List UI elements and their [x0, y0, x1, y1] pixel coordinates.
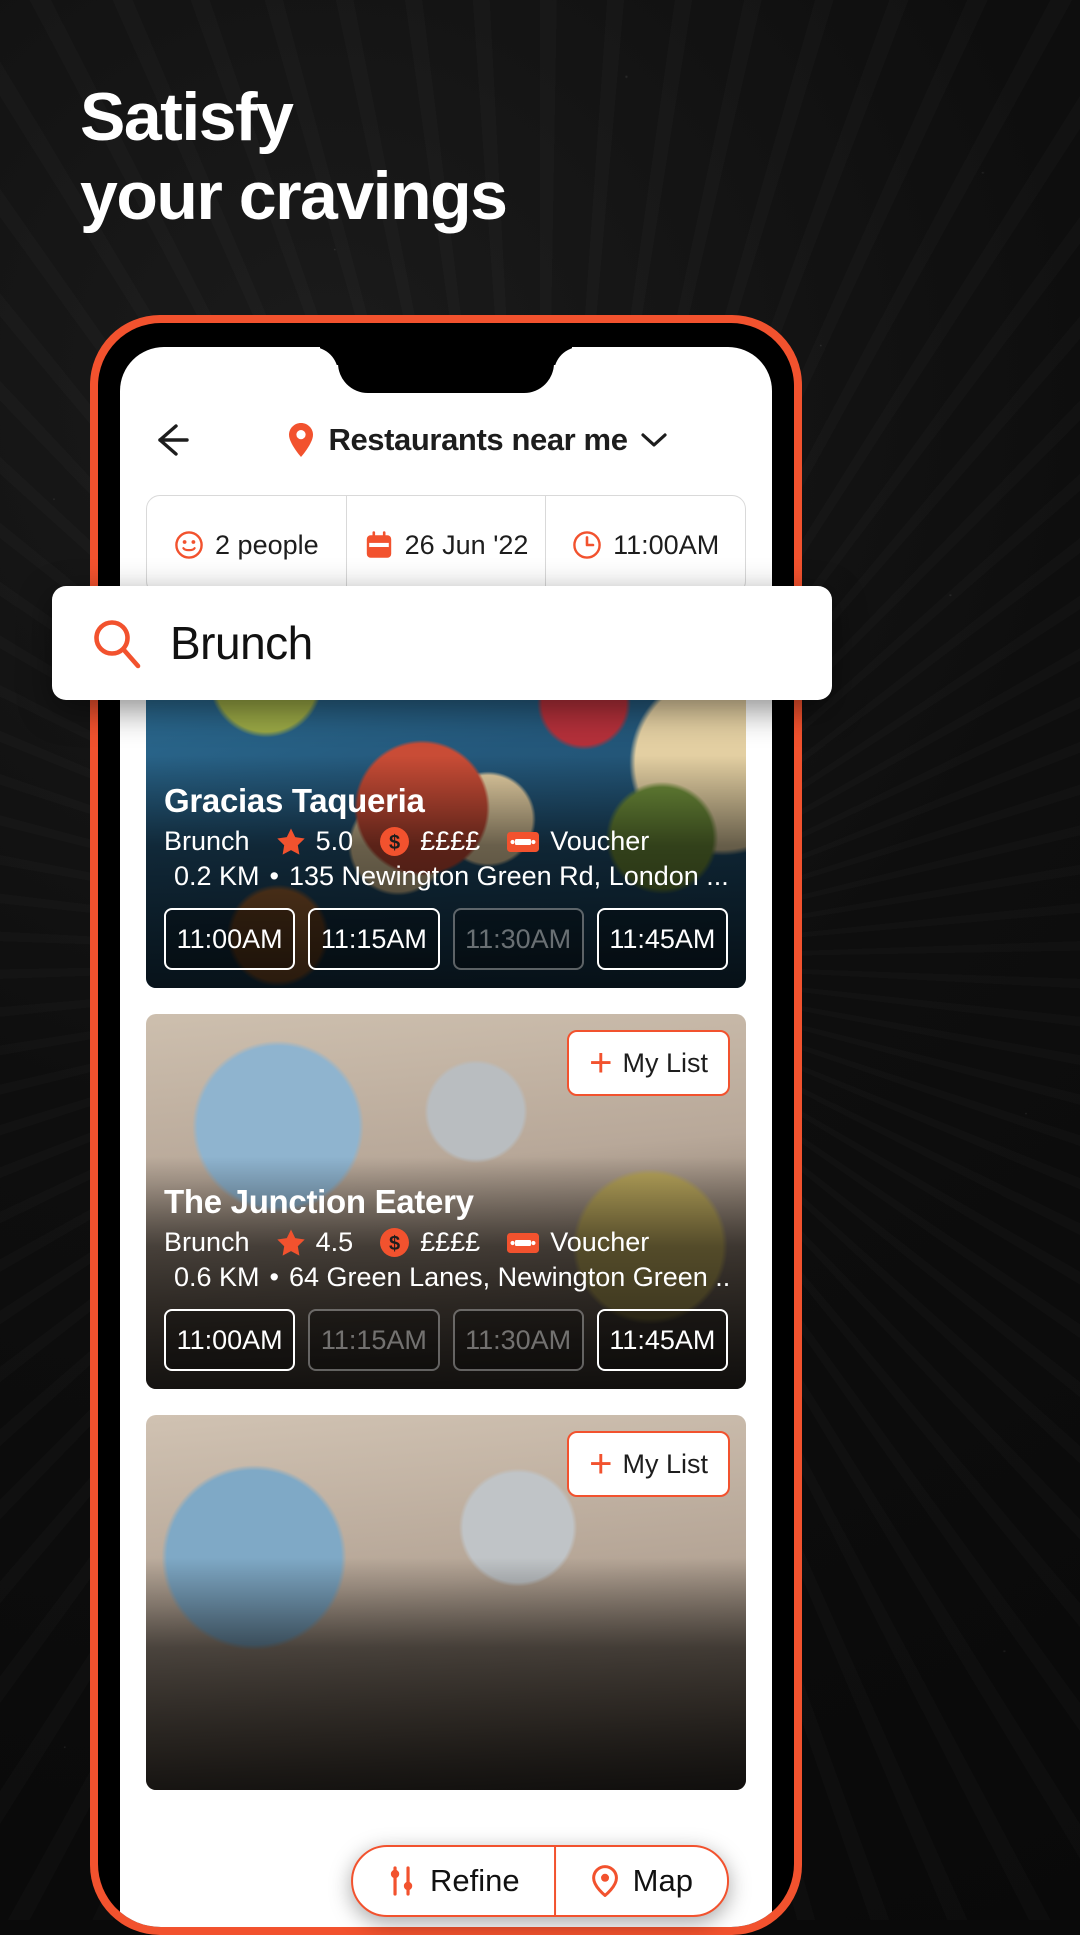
filter-date-label: 26 Jun '22	[404, 529, 529, 560]
voucher-ticket-icon	[506, 1231, 540, 1255]
filter-chip-date[interactable]: 26 Jun '22	[347, 496, 547, 594]
refine-sliders-icon	[387, 1865, 417, 1897]
restaurant-list: + My List Gracias Taqueria Brunch 5.0	[120, 613, 772, 1790]
map-pin-icon	[590, 1865, 620, 1898]
calendar-icon	[364, 530, 394, 560]
restaurant-distance: 0.6 KM	[174, 1262, 260, 1292]
filter-bar: 2 people 26 Jun '22 11:00AM	[146, 495, 746, 595]
refine-button[interactable]: Refine	[353, 1847, 554, 1915]
time-slot[interactable]: 11:00AM	[164, 908, 296, 970]
time-slot-group: 11:00AM 11:15AM 11:30AM 11:45AM	[164, 1309, 728, 1371]
refine-label: Refine	[430, 1863, 520, 1898]
restaurant-voucher: Voucher	[550, 1227, 650, 1257]
restaurant-rating: 5.0	[315, 826, 354, 856]
phone-mockup: Restaurants near me 2 people 26 Jun '22 …	[90, 315, 802, 1935]
dollar-icon: $	[379, 1227, 410, 1258]
time-slot-group: 11:00AM 11:15AM 11:30AM 11:45AM	[164, 908, 728, 970]
star-icon	[276, 1228, 306, 1257]
star-icon	[276, 827, 306, 856]
chevron-down-icon[interactable]	[640, 431, 668, 449]
search-input[interactable]: Brunch	[170, 616, 313, 670]
voucher-ticket-icon	[506, 830, 540, 854]
add-to-my-list-button[interactable]: + My List	[567, 1431, 730, 1497]
restaurant-price: ££££	[420, 1227, 481, 1257]
svg-text:$: $	[389, 1233, 400, 1255]
restaurant-address: 135 Newington Green Rd, London ...	[289, 861, 728, 891]
search-bar[interactable]: Brunch	[52, 586, 832, 700]
phone-bezel: Restaurants near me 2 people 26 Jun '22 …	[98, 323, 794, 1927]
restaurant-category: Brunch	[164, 1227, 250, 1257]
filter-people-label: 2 people	[215, 529, 319, 560]
restaurant-card[interactable]: + My List	[146, 1415, 746, 1790]
restaurant-card-body: Gracias Taqueria Brunch 5.0 $ ££££ Vouch…	[146, 782, 746, 988]
restaurant-location: 0.2 KM • 135 Newington Green Rd, London …	[164, 861, 728, 892]
filter-time-label: 11:00AM	[613, 529, 720, 560]
restaurant-meta: Brunch 4.5 $ ££££ Voucher	[164, 1227, 728, 1258]
phone-screen: Restaurants near me 2 people 26 Jun '22 …	[120, 347, 772, 1927]
location-pin-icon	[286, 422, 316, 458]
restaurant-name: The Junction Eatery	[164, 1183, 474, 1220]
location-selector[interactable]: Restaurants near me	[210, 422, 744, 458]
time-slot[interactable]: 11:45AM	[596, 1309, 728, 1371]
bullet-separator: •	[269, 1262, 279, 1292]
restaurant-voucher: Voucher	[550, 826, 650, 856]
map-label: Map	[632, 1863, 693, 1898]
restaurant-distance: 0.2 KM	[174, 861, 260, 891]
map-button[interactable]: Map	[553, 1847, 727, 1915]
restaurant-meta: Brunch 5.0 $ ££££ Voucher	[164, 826, 728, 857]
restaurant-location: 0.6 KM • 64 Green Lanes, Newington Green…	[164, 1262, 728, 1293]
bullet-separator: •	[269, 861, 279, 891]
smiley-face-icon	[174, 530, 204, 560]
page-headline: Satisfy your cravings	[80, 79, 508, 234]
page-title: Restaurants near me	[328, 422, 628, 457]
restaurant-card[interactable]: + My List The Junction Eatery Brunch 4.5	[146, 1014, 746, 1389]
restaurant-rating: 4.5	[315, 1227, 354, 1257]
restaurant-address: 64 Green Lanes, Newington Green ...	[289, 1262, 728, 1292]
search-icon	[90, 616, 144, 670]
svg-text:$: $	[389, 832, 400, 854]
arrow-left-icon[interactable]	[148, 417, 194, 463]
add-to-my-list-button[interactable]: + My List	[567, 1030, 730, 1096]
bottom-action-bar: Refine Map	[351, 1845, 729, 1917]
plus-icon: +	[589, 1442, 613, 1486]
time-slot[interactable]: 11:15AM	[308, 908, 440, 970]
restaurant-price: ££££	[420, 826, 481, 856]
restaurant-card-body: The Junction Eatery Brunch 4.5 $ ££££ Vo…	[146, 1183, 746, 1389]
restaurant-name: Gracias Taqueria	[164, 782, 425, 819]
time-slot-disabled: 11:30AM	[452, 1309, 584, 1371]
plus-icon: +	[589, 1041, 613, 1085]
filter-chip-time[interactable]: 11:00AM	[546, 496, 745, 594]
clock-icon	[572, 530, 602, 560]
my-list-label: My List	[622, 1047, 708, 1078]
time-slot[interactable]: 11:45AM	[596, 908, 728, 970]
dollar-icon: $	[379, 826, 410, 857]
filter-chip-people[interactable]: 2 people	[147, 496, 347, 594]
phone-notch	[338, 347, 554, 393]
my-list-label: My List	[622, 1448, 708, 1479]
restaurant-category: Brunch	[164, 826, 250, 856]
time-slot-disabled: 11:15AM	[308, 1309, 440, 1371]
time-slot[interactable]: 11:00AM	[164, 1309, 296, 1371]
time-slot-disabled: 11:30AM	[452, 908, 584, 970]
